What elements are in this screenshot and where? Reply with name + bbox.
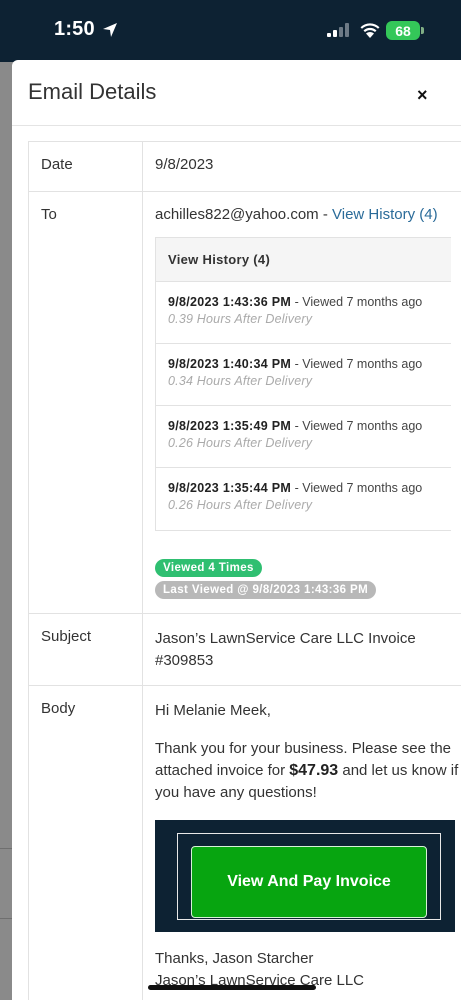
last-viewed-badge: Last Viewed @ 9/8/2023 1:43:36 PM [155, 581, 377, 599]
home-indicator[interactable] [148, 985, 316, 990]
date-label: Date [29, 142, 143, 191]
history-time: 9/8/2023 1:35:49 PM [168, 419, 292, 433]
view-history-link[interactable]: View History (4) [332, 206, 438, 223]
history-viewed: - Viewed 7 months ago [291, 419, 423, 433]
email-details-modal: Email Details × Date 9/8/2023 To achille… [12, 60, 461, 1000]
modal-title: Email Details [28, 79, 157, 104]
wifi-icon [360, 23, 380, 38]
history-entry: 9/8/2023 1:35:44 PM - Viewed 7 months ag… [156, 468, 451, 530]
email-details-table: Date 9/8/2023 To achilles822@yahoo.com -… [28, 141, 461, 1000]
view-badges: Viewed 4 Times Last Viewed @ 9/8/2023 1:… [155, 558, 461, 599]
battery-level: 68 [395, 22, 411, 39]
history-time: 9/8/2023 1:40:34 PM [168, 357, 292, 371]
to-row: To achilles822@yahoo.com - View History … [29, 192, 461, 614]
viewed-count-badge: Viewed 4 Times [155, 559, 262, 577]
date-row: Date 9/8/2023 [29, 142, 461, 192]
close-icon[interactable]: × [417, 86, 428, 104]
history-entry: 9/8/2023 1:35:49 PM - Viewed 7 months ag… [156, 406, 451, 468]
invoice-amount: $47.93 [289, 762, 339, 779]
body-row: Body Hi Melanie Meek, Thank you for your… [29, 686, 461, 1000]
body-greeting: Hi Melanie Meek, [155, 702, 271, 719]
view-history-header: View History (4) [156, 238, 451, 282]
history-after-delivery: 0.34 Hours After Delivery [168, 374, 313, 388]
date-value: 9/8/2023 [155, 156, 214, 173]
cellular-signal-icon [327, 23, 349, 37]
body-value: Hi Melanie Meek, Thank you for your busi… [143, 686, 461, 1000]
recipient-email: achilles822@yahoo.com [155, 206, 319, 223]
background-divider [0, 918, 12, 919]
to-label: To [29, 192, 143, 613]
history-entry: 9/8/2023 1:43:36 PM - Viewed 7 months ag… [156, 282, 451, 344]
history-after-delivery: 0.39 Hours After Delivery [168, 312, 313, 326]
separator: - [318, 206, 332, 223]
body-label: Body [29, 686, 143, 1000]
body-message: Thank you for your business. Please see … [155, 738, 461, 804]
battery-tip [421, 27, 424, 34]
history-time: 9/8/2023 1:35:44 PM [168, 481, 292, 495]
background-divider [0, 848, 12, 849]
body-signoff: Thanks, Jason Starcher [155, 950, 314, 967]
modal-header: Email Details × [12, 60, 461, 126]
history-after-delivery: 0.26 Hours After Delivery [168, 498, 313, 512]
pay-invoice-block: View And Pay Invoice [155, 820, 455, 932]
to-value: achilles822@yahoo.com - View History (4)… [143, 192, 461, 613]
history-after-delivery: 0.26 Hours After Delivery [168, 436, 313, 450]
subject-row: Subject Jason’s LawnService Care LLC Inv… [29, 614, 461, 686]
history-viewed: - Viewed 7 months ago [291, 481, 423, 495]
status-bar: 1:50 68 [0, 0, 461, 62]
history-viewed: - Viewed 7 months ago [291, 295, 423, 309]
history-viewed: - Viewed 7 months ago [291, 357, 423, 371]
view-history-panel: View History (4) 9/8/2023 1:43:36 PM - V… [155, 237, 451, 531]
history-time: 9/8/2023 1:43:36 PM [168, 295, 292, 309]
view-and-pay-invoice-button[interactable]: View And Pay Invoice [191, 846, 427, 918]
subject-value: Jason’s LawnService Care LLC Invoice #30… [155, 630, 416, 669]
battery-icon: 68 [386, 21, 420, 40]
location-arrow-icon [103, 23, 117, 37]
status-time: 1:50 [54, 18, 95, 40]
history-entry: 9/8/2023 1:40:34 PM - Viewed 7 months ag… [156, 344, 451, 406]
subject-label: Subject [29, 614, 143, 685]
